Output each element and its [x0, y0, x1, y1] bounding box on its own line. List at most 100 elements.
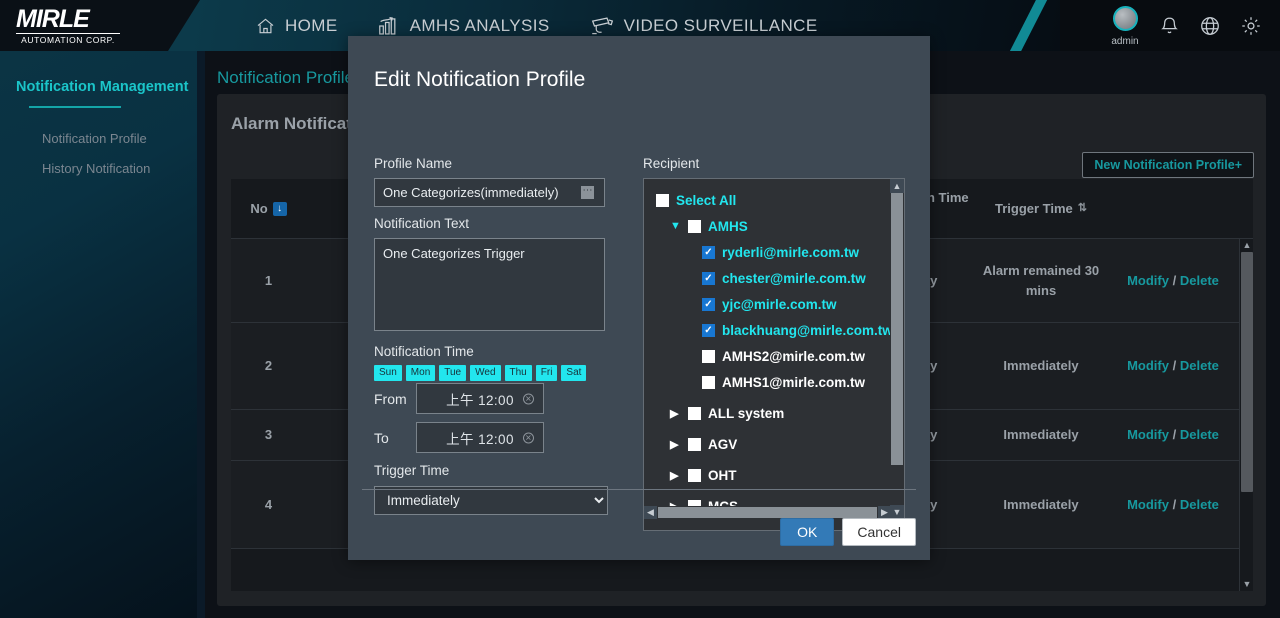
bar-chart-icon — [378, 16, 401, 36]
sidebar-item-notification-profile[interactable]: Notification Profile — [42, 131, 147, 146]
from-time-row: From 上午 12:00 ✕ — [374, 383, 544, 414]
scroll-up-icon[interactable]: ▲ — [890, 179, 904, 193]
sidebar-item-history-notification[interactable]: History Notification — [42, 161, 150, 176]
notification-text-input[interactable]: One Categorizes Trigger — [374, 238, 605, 331]
profile-name-label: Profile Name — [374, 156, 452, 171]
sort-toggle-icon[interactable]: ⇅ — [1078, 200, 1087, 217]
chevron-right-icon[interactable]: ▶ — [670, 438, 681, 451]
checkbox-unchecked-icon[interactable] — [688, 220, 701, 233]
modify-link[interactable]: Modify — [1127, 427, 1169, 442]
checkbox-checked-icon[interactable]: ✓ — [702, 246, 715, 259]
cctv-camera-icon — [590, 16, 615, 36]
day-chip-wed[interactable]: Wed — [470, 365, 500, 381]
cell-trigger-time: Immediately — [976, 495, 1106, 515]
tree-node-chester[interactable]: ✓ chester@mirle.com.tw — [644, 265, 891, 291]
cancel-button[interactable]: Cancel — [842, 518, 916, 546]
checkbox-checked-icon[interactable]: ✓ — [702, 272, 715, 285]
nav-label-amhs-analysis: AMHS ANALYSIS — [410, 16, 550, 36]
clear-icon[interactable]: ✕ — [523, 432, 534, 443]
tree-node-oht[interactable]: ▶ OHT — [644, 462, 891, 488]
cell-actions: Modify / Delete — [1106, 425, 1240, 445]
checkbox-unchecked-icon[interactable] — [688, 407, 701, 420]
new-notification-profile-button[interactable]: New Notification Profile+ — [1082, 152, 1254, 178]
delete-link[interactable]: Delete — [1180, 497, 1219, 512]
table-vertical-scrollbar[interactable]: ▲ ▼ — [1239, 239, 1253, 591]
scrollbar-thumb[interactable] — [1241, 252, 1253, 492]
application-window: MIRLE AUTOMATION CORP. HOME — [0, 0, 1280, 618]
tree-label: AMHS1@mirle.com.tw — [722, 375, 865, 390]
sidebar-title: Notification Management — [16, 79, 188, 95]
dialog-divider — [362, 489, 916, 490]
checkbox-unchecked-icon[interactable] — [702, 350, 715, 363]
delete-link[interactable]: Delete — [1180, 273, 1219, 288]
day-selector: Sun Mon Tue Wed Thu Fri Sat — [374, 365, 586, 381]
column-header-trigger-time[interactable]: Trigger Time ⇅ — [976, 200, 1106, 217]
tree-vertical-scrollbar[interactable]: ▲ ▼ — [890, 179, 904, 519]
user-account[interactable]: admin — [1110, 4, 1140, 48]
day-chip-tue[interactable]: Tue — [439, 365, 466, 381]
logo-tagline: AUTOMATION CORP. — [16, 33, 120, 45]
sort-descending-icon[interactable]: ↓ — [273, 202, 287, 216]
delete-link[interactable]: Delete — [1180, 358, 1219, 373]
to-time-input[interactable]: 上午 12:00 ✕ — [416, 422, 544, 453]
nav-label-video-surveillance: VIDEO SURVEILLANCE — [624, 16, 818, 36]
tree-node-select-all[interactable]: Select All — [644, 187, 891, 213]
brand-logo[interactable]: MIRLE AUTOMATION CORP. — [16, 7, 126, 45]
tree-node-ryderli[interactable]: ✓ ryderli@mirle.com.tw — [644, 239, 891, 265]
clear-icon[interactable]: ✕ — [523, 393, 534, 404]
globe-icon[interactable] — [1199, 15, 1221, 37]
chevron-right-icon[interactable]: ▶ — [670, 407, 681, 420]
modify-link[interactable]: Modify — [1127, 273, 1169, 288]
chevron-right-icon[interactable]: ▶ — [670, 469, 681, 482]
tree-label: AMHS — [708, 219, 748, 234]
tree-node-amhs[interactable]: ▼ AMHS — [644, 213, 891, 239]
recipient-tree-content: Select All ▼ AMHS ✓ ryderli@mirle.com.tw… — [644, 179, 891, 519]
day-chip-sat[interactable]: Sat — [561, 365, 586, 381]
to-time-value: 上午 12:00 — [446, 428, 514, 448]
nav-item-home[interactable]: HOME — [255, 0, 338, 51]
checkbox-checked-icon[interactable]: ✓ — [702, 298, 715, 311]
cell-actions: Modify / Delete — [1106, 356, 1240, 376]
day-chip-fri[interactable]: Fri — [536, 365, 558, 381]
column-label-trigger-time: Trigger Time — [995, 200, 1073, 217]
hscrollbar-thumb[interactable] — [658, 507, 877, 518]
day-chip-thu[interactable]: Thu — [505, 365, 532, 381]
column-header-no[interactable]: No ↓ — [231, 200, 306, 217]
checkbox-unchecked-icon[interactable] — [688, 469, 701, 482]
action-separator: / — [1173, 427, 1177, 442]
ok-button[interactable]: OK — [780, 518, 834, 546]
scroll-left-icon[interactable]: ◀ — [644, 506, 657, 519]
checkbox-unchecked-icon[interactable] — [656, 194, 669, 207]
scrollbar-thumb[interactable] — [891, 193, 903, 465]
day-chip-mon[interactable]: Mon — [406, 365, 435, 381]
tree-node-amhs2[interactable]: AMHS2@mirle.com.tw — [644, 343, 891, 369]
tree-node-amhs1[interactable]: AMHS1@mirle.com.tw — [644, 369, 891, 395]
cell-trigger-time: Immediately — [976, 356, 1106, 376]
trigger-time-select[interactable]: Immediately — [374, 486, 608, 515]
checkbox-unchecked-icon[interactable] — [688, 438, 701, 451]
logo-wordmark: MIRLE — [16, 7, 126, 32]
cell-no: 3 — [231, 425, 306, 445]
checkbox-unchecked-icon[interactable] — [702, 376, 715, 389]
bell-icon[interactable] — [1159, 15, 1180, 37]
modify-link[interactable]: Modify — [1127, 497, 1169, 512]
tree-node-yjc[interactable]: ✓ yjc@mirle.com.tw — [644, 291, 891, 317]
gear-icon[interactable] — [1240, 15, 1262, 37]
scroll-up-icon[interactable]: ▲ — [1240, 239, 1253, 252]
tree-node-blackhuang[interactable]: ✓ blackhuang@mirle.com.tw — [644, 317, 891, 343]
dialog-title: Edit Notification Profile — [374, 68, 585, 92]
chevron-down-icon[interactable]: ▼ — [670, 220, 681, 232]
recipient-tree: Select All ▼ AMHS ✓ ryderli@mirle.com.tw… — [643, 178, 905, 531]
from-time-input[interactable]: 上午 12:00 ✕ — [416, 383, 544, 414]
sidebar: Notification Management Notification Pro… — [0, 51, 197, 618]
tree-node-all-system[interactable]: ▶ ALL system — [644, 400, 891, 426]
input-options-icon[interactable]: ⋯ — [581, 186, 594, 199]
checkbox-checked-icon[interactable]: ✓ — [702, 324, 715, 337]
delete-link[interactable]: Delete — [1180, 427, 1219, 442]
scroll-down-icon[interactable]: ▼ — [890, 505, 904, 519]
modify-link[interactable]: Modify — [1127, 358, 1169, 373]
day-chip-sun[interactable]: Sun — [374, 365, 402, 381]
tree-node-agv[interactable]: ▶ AGV — [644, 431, 891, 457]
profile-name-input[interactable] — [374, 178, 605, 207]
scroll-down-icon[interactable]: ▼ — [1240, 578, 1253, 591]
